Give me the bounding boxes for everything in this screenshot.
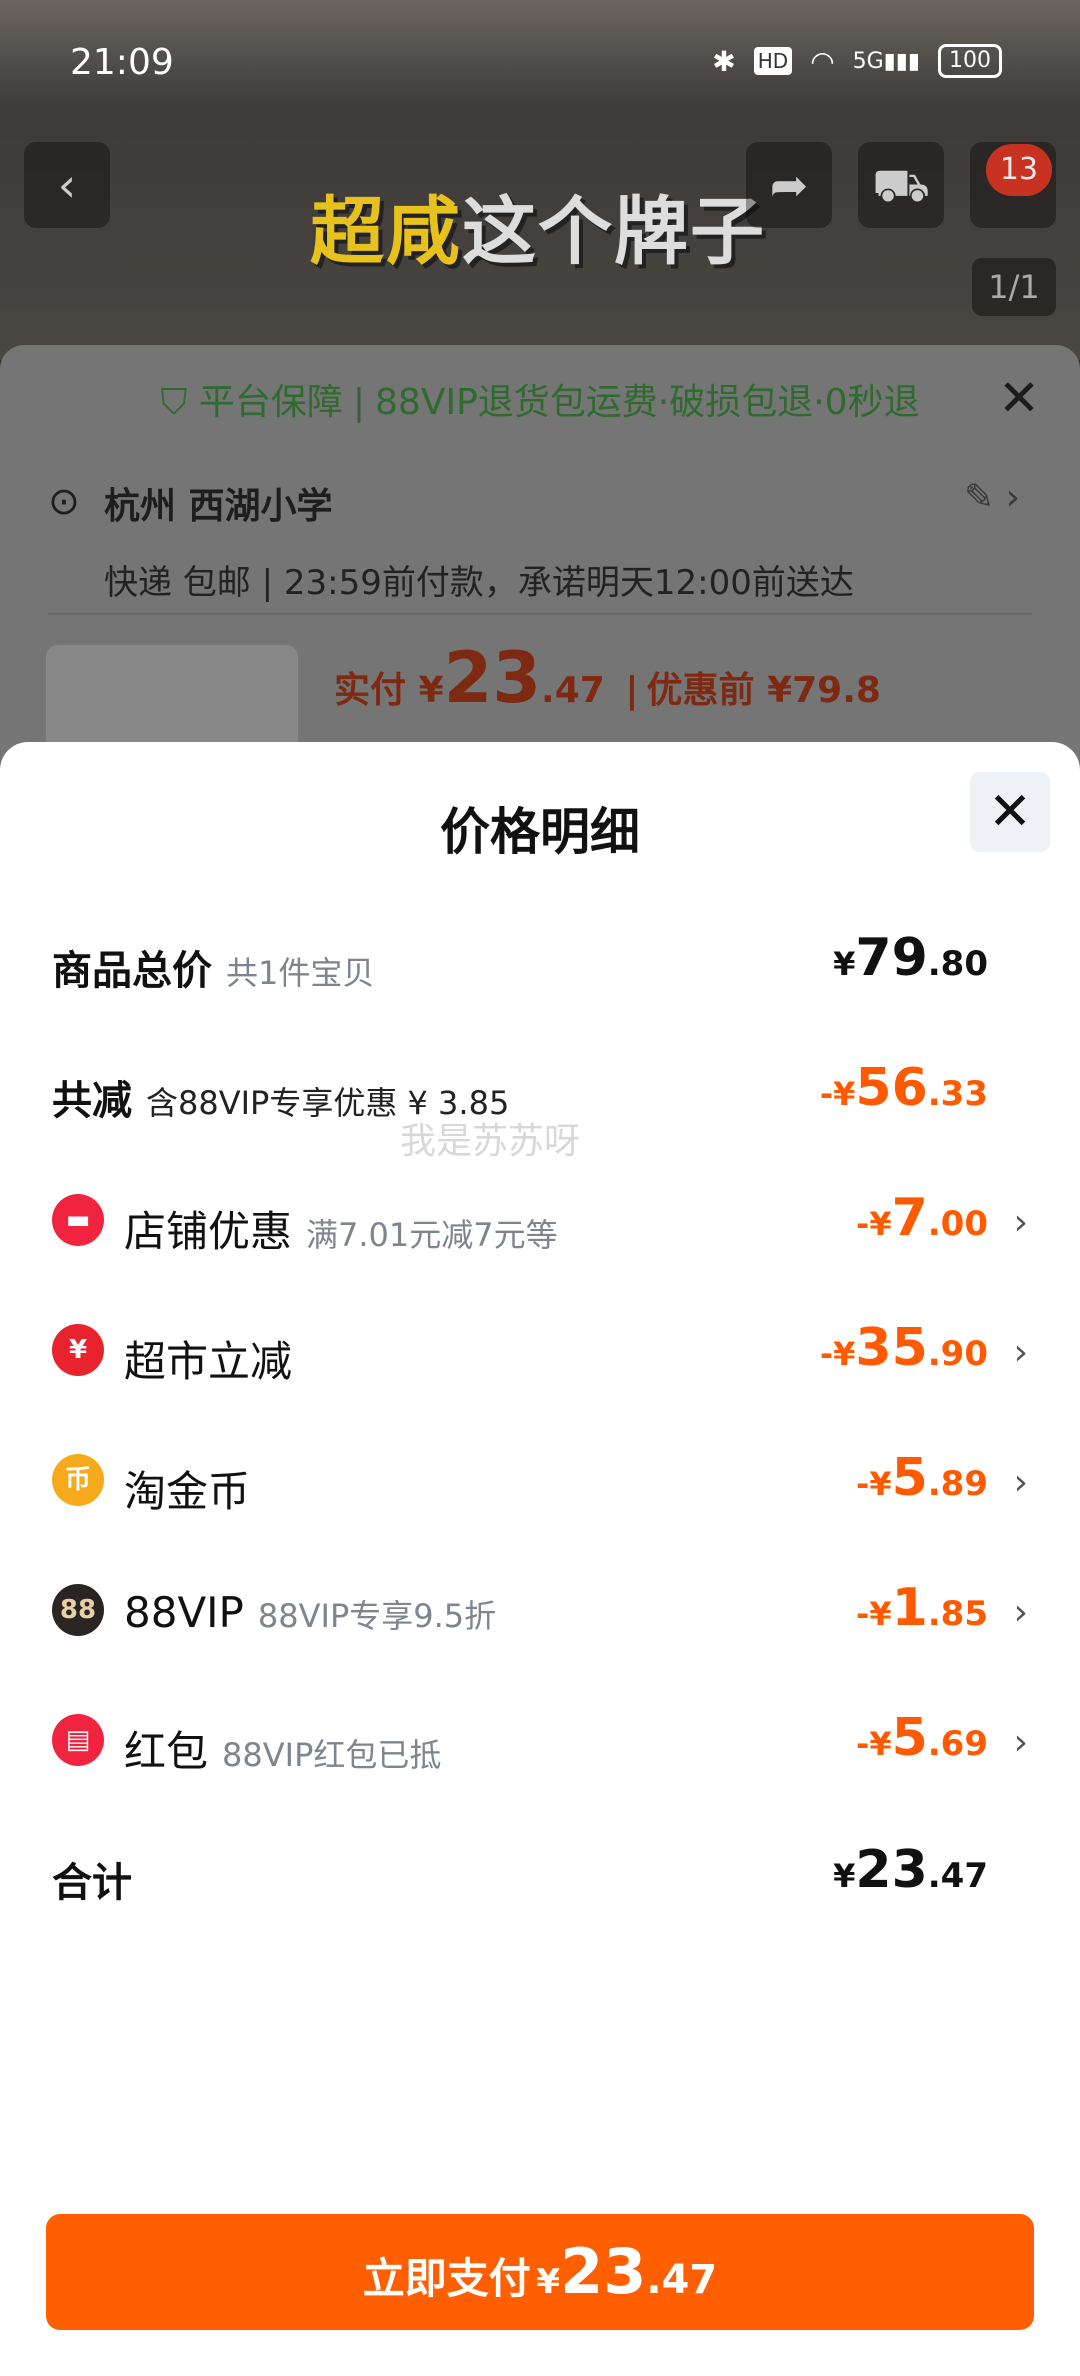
price-detail-sheet: 价格明细 ✕ 我是苏苏呀 商品总价 共1件宝贝 ¥79.80 共减 含88VIP专享… bbox=[0, 742, 1080, 2376]
status-time: 21:09 bbox=[70, 42, 174, 83]
shop-discount-amount: -¥7.00 bbox=[856, 1188, 988, 1248]
row-total-discount: 共减 含88VIP专享优惠 ¥ 3.85 -¥56.33 bbox=[52, 1058, 988, 1124]
supermarket-discount-amount: -¥35.90 bbox=[819, 1318, 988, 1378]
chevron-right-icon: › bbox=[1013, 1722, 1028, 1763]
address-section[interactable]: ⊙ 杭州 西湖小学 快递 包邮 | 23:59前付款，承诺明天12:00前送达 … bbox=[48, 477, 1038, 604]
location-pin-icon: ⊙ bbox=[48, 479, 80, 523]
row-shop-discount[interactable]: ▬ 店铺优惠 满7.01元减7元等 -¥7.00 › bbox=[52, 1188, 1028, 1268]
image-pager: 1/1 bbox=[972, 258, 1056, 316]
network-type: 5G bbox=[852, 48, 884, 74]
row-goods-total: 商品总价 共1件宝贝 ¥79.80 bbox=[52, 928, 988, 994]
sheet-title: 价格明细 bbox=[440, 803, 640, 861]
edit-chevron-icon[interactable]: ✎ › bbox=[964, 477, 1020, 518]
88vip-icon: 88 bbox=[52, 1584, 104, 1636]
row-red-packet[interactable]: ▤ 红包 88VIP红包已抵 -¥5.69 › bbox=[52, 1708, 1028, 1788]
grand-total-amount: ¥23.47 bbox=[833, 1840, 988, 1900]
row-taojinbi[interactable]: 币 淘金币 -¥5.89 › bbox=[52, 1448, 1028, 1528]
order-close-icon[interactable]: ✕ bbox=[998, 369, 1040, 427]
signal-icon: 5G▮▮▮ bbox=[852, 48, 920, 74]
product-thumbnail bbox=[46, 645, 298, 755]
total-discount-amount: -¥56.33 bbox=[819, 1058, 988, 1118]
status-bar: 21:09 ✱ HD ◠ 5G▮▮▮ 100 bbox=[0, 0, 1080, 120]
shop-icon: ▬ bbox=[52, 1194, 104, 1246]
chevron-right-icon: › bbox=[1013, 1202, 1028, 1243]
platform-guarantee[interactable]: ⛉ 平台保障 | 88VIP退货包运费·破损包退·0秒退 bbox=[0, 373, 1080, 425]
back-button[interactable]: ‹ bbox=[24, 142, 110, 228]
red-packet-amount: -¥5.69 bbox=[856, 1708, 988, 1768]
close-icon[interactable]: ✕ bbox=[970, 772, 1050, 852]
address-text: 杭州 西湖小学 bbox=[104, 486, 333, 527]
cart-badge: 13 bbox=[986, 144, 1052, 196]
hd-icon: HD bbox=[753, 47, 793, 75]
paid-price-summary: 实付 ¥23.47 | 优惠前 ¥79.8 bbox=[334, 637, 881, 719]
pay-now-button[interactable]: 立即支付 ¥23.47 bbox=[46, 2214, 1034, 2330]
row-supermarket-discount[interactable]: ¥ 超市立减 -¥35.90 › bbox=[52, 1318, 1028, 1398]
chevron-right-icon: › bbox=[1013, 1462, 1028, 1503]
share-button[interactable]: ➦ bbox=[746, 142, 832, 228]
chevron-right-icon: › bbox=[1013, 1332, 1028, 1373]
delivery-info: 快递 包邮 | 23:59前付款，承诺明天12:00前送达 bbox=[104, 563, 854, 603]
divider bbox=[48, 613, 1032, 615]
cart-button[interactable]: ⛟ bbox=[858, 142, 944, 228]
wifi-icon: ◠ bbox=[810, 44, 835, 78]
battery-icon: 100 bbox=[938, 44, 1002, 78]
taojinbi-amount: -¥5.89 bbox=[856, 1448, 988, 1508]
bluetooth-icon: ✱ bbox=[712, 44, 736, 78]
coin-icon: 币 bbox=[52, 1454, 104, 1506]
row-88vip[interactable]: 88 88VIP 88VIP专享9.5折 -¥1.85 › bbox=[52, 1578, 1028, 1658]
goods-total-amount: ¥79.80 bbox=[833, 928, 988, 988]
chevron-right-icon: › bbox=[1013, 1592, 1028, 1633]
shield-icon: ⛉ bbox=[160, 382, 188, 423]
supermarket-discount-icon: ¥ bbox=[52, 1324, 104, 1376]
banner-title: 超咸这个牌子 bbox=[310, 189, 766, 275]
row-grand-total: 合计 ¥23.47 bbox=[52, 1840, 988, 1906]
88vip-amount: -¥1.85 bbox=[856, 1578, 988, 1638]
red-packet-icon: ▤ bbox=[52, 1714, 104, 1766]
